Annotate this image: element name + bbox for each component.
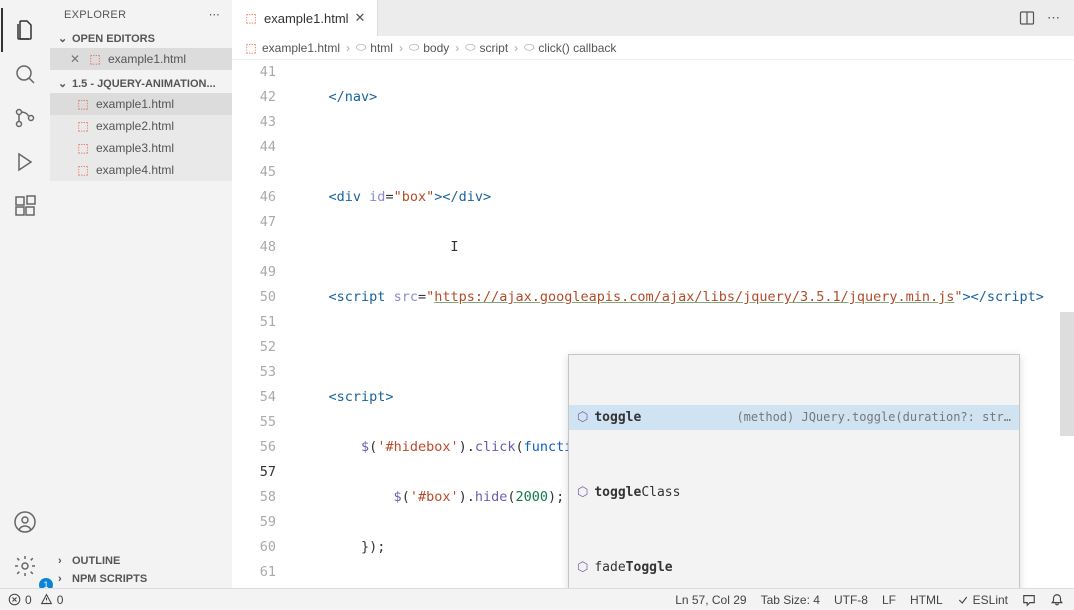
status-tab-size[interactable]: Tab Size: 4 bbox=[761, 593, 820, 607]
file-item[interactable]: ⬚ example2.html bbox=[50, 115, 232, 137]
html-file-icon: ⬚ bbox=[76, 97, 90, 111]
status-bell-icon[interactable] bbox=[1050, 593, 1064, 607]
breadcrumb-html[interactable]: ⬭html bbox=[356, 40, 393, 55]
status-warnings[interactable]: 0 bbox=[40, 593, 64, 607]
sidebar-more-icon[interactable]: ⋯ bbox=[209, 8, 220, 21]
file-item[interactable]: ⬚ example4.html bbox=[50, 159, 232, 181]
tag-icon: ⬭ bbox=[409, 40, 419, 55]
status-language[interactable]: HTML bbox=[910, 593, 943, 607]
run-debug-activity-icon[interactable] bbox=[1, 140, 49, 184]
chevron-down-icon: ⌄ bbox=[58, 32, 68, 45]
file-label: example3.html bbox=[96, 141, 174, 155]
status-encoding[interactable]: UTF-8 bbox=[834, 593, 868, 607]
chevron-right-icon: › bbox=[58, 555, 68, 567]
close-icon[interactable]: ✕ bbox=[355, 10, 366, 26]
file-label: example1.html bbox=[96, 97, 174, 111]
open-editor-label: example1.html bbox=[108, 52, 186, 66]
file-item[interactable]: ⬚ example3.html bbox=[50, 137, 232, 159]
close-icon[interactable]: ✕ bbox=[70, 52, 82, 66]
split-editor-icon[interactable] bbox=[1019, 10, 1035, 26]
extensions-activity-icon[interactable] bbox=[1, 184, 49, 228]
tag-icon: ⬭ bbox=[465, 40, 475, 55]
breadcrumb-script[interactable]: ⬭script bbox=[465, 40, 508, 55]
tab-example1[interactable]: ⬚ example1.html ✕ bbox=[232, 0, 378, 36]
file-label: example4.html bbox=[96, 163, 174, 177]
folder-section[interactable]: ⌄ 1.5 - JQUERY-ANIMATION... bbox=[50, 74, 232, 93]
sidebar-title: EXPLORER bbox=[64, 9, 126, 21]
file-item[interactable]: ⬚ example1.html bbox=[50, 93, 232, 115]
settings-gear-icon[interactable]: 1 bbox=[1, 544, 49, 588]
gutter: 4142434445464748495051525354555657585960… bbox=[232, 60, 292, 588]
breadcrumb-file[interactable]: ⬚example1.html bbox=[244, 41, 340, 55]
breadcrumb-callback[interactable]: ⬭click() callback bbox=[524, 40, 616, 55]
method-icon: ⬡ bbox=[577, 405, 588, 430]
chevron-down-icon: ⌄ bbox=[58, 77, 68, 90]
function-icon: ⬭ bbox=[524, 40, 534, 55]
account-activity-icon[interactable] bbox=[1, 500, 49, 544]
html-file-icon: ⬚ bbox=[76, 141, 90, 155]
html-file-icon: ⬚ bbox=[244, 41, 258, 55]
explorer-activity-icon[interactable] bbox=[1, 8, 49, 52]
breadcrumb-body[interactable]: ⬭body bbox=[409, 40, 449, 55]
tab-label: example1.html bbox=[264, 11, 349, 26]
outline-section[interactable]: › OUTLINE bbox=[50, 552, 232, 570]
code-area[interactable]: </nav> <div id="box"></div> I <script sr… bbox=[292, 60, 1074, 588]
status-feedback-icon[interactable] bbox=[1022, 593, 1036, 607]
suggest-item[interactable]: ⬡ fadeToggle bbox=[569, 555, 1019, 580]
suggest-widget: ⬡ toggle (method) JQuery.toggle(duration… bbox=[568, 354, 1020, 588]
npm-scripts-section[interactable]: › NPM SCRIPTS bbox=[50, 570, 232, 588]
editor[interactable]: 4142434445464748495051525354555657585960… bbox=[232, 60, 1074, 588]
editor-group: ⬚ example1.html ✕ ⋯ ⬚example1.html › ⬭ht… bbox=[232, 0, 1074, 588]
source-control-activity-icon[interactable] bbox=[1, 96, 49, 140]
sidebar: EXPLORER ⋯ ⌄ OPEN EDITORS ✕ ⬚ example1.h… bbox=[50, 0, 232, 588]
html-file-icon: ⬚ bbox=[88, 52, 102, 66]
open-editor-item[interactable]: ✕ ⬚ example1.html bbox=[50, 48, 232, 70]
status-cursor[interactable]: Ln 57, Col 29 bbox=[675, 593, 746, 607]
status-eslint[interactable]: ESLint bbox=[957, 593, 1008, 607]
activity-bar: 1 bbox=[0, 0, 50, 588]
status-errors[interactable]: 0 bbox=[8, 593, 32, 607]
tab-bar: ⬚ example1.html ✕ ⋯ bbox=[232, 0, 1074, 36]
open-editors-section[interactable]: ⌄ OPEN EDITORS bbox=[50, 29, 232, 48]
html-file-icon: ⬚ bbox=[76, 119, 90, 133]
html-file-icon: ⬚ bbox=[76, 163, 90, 177]
settings-badge: 1 bbox=[39, 578, 53, 588]
method-icon: ⬡ bbox=[577, 555, 588, 580]
minimap-slider[interactable] bbox=[1060, 312, 1074, 436]
suggest-item[interactable]: ⬡ toggleClass bbox=[569, 480, 1019, 505]
tag-icon: ⬭ bbox=[356, 40, 366, 55]
more-actions-icon[interactable]: ⋯ bbox=[1047, 10, 1060, 26]
suggest-item[interactable]: ⬡ toggle (method) JQuery.toggle(duration… bbox=[569, 405, 1019, 430]
suggest-doc: (method) JQuery.toggle(duration?: str… bbox=[647, 405, 1011, 430]
search-activity-icon[interactable] bbox=[1, 52, 49, 96]
chevron-right-icon: › bbox=[58, 573, 68, 585]
html-file-icon: ⬚ bbox=[244, 11, 258, 25]
status-bar: 0 0 Ln 57, Col 29 Tab Size: 4 UTF-8 LF H… bbox=[0, 588, 1074, 610]
file-label: example2.html bbox=[96, 119, 174, 133]
status-eol[interactable]: LF bbox=[882, 593, 896, 607]
breadcrumbs: ⬚example1.html › ⬭html › ⬭body › ⬭script… bbox=[232, 36, 1074, 60]
method-icon: ⬡ bbox=[577, 480, 588, 505]
